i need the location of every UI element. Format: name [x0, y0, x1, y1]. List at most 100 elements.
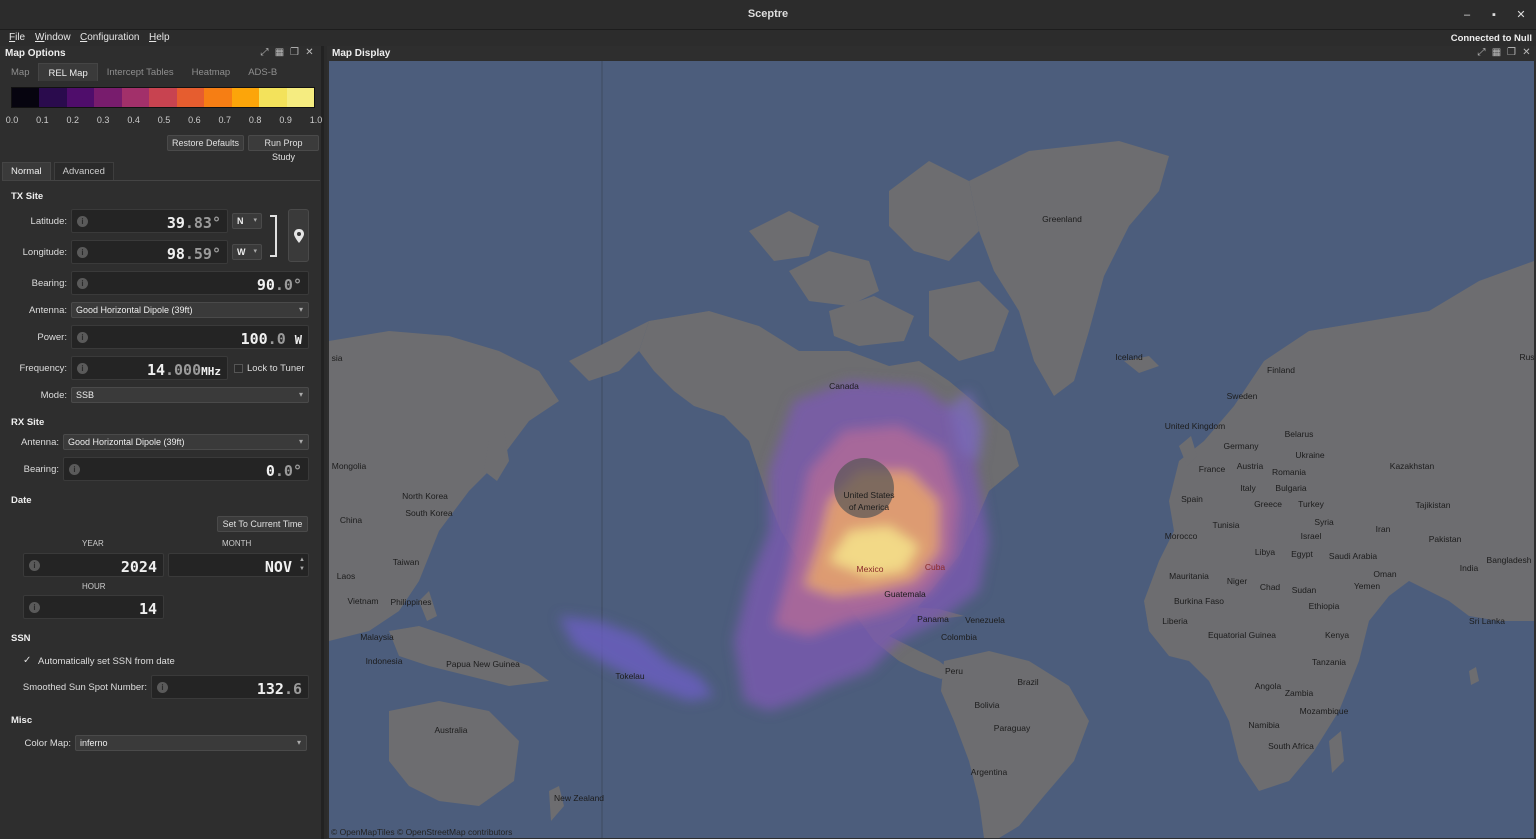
map-label: Paraguay	[993, 723, 1031, 733]
map-label: France	[1198, 464, 1226, 474]
minimize-icon[interactable]: ‒	[1460, 8, 1474, 22]
rx-antenna-label: Antenna:	[20, 437, 59, 448]
bearing-label: Bearing:	[31, 278, 67, 289]
tab-rel-map[interactable]: REL Map	[38, 63, 98, 81]
rx-bearing-field[interactable]: i 0.0°	[63, 457, 309, 481]
map-label: Austria	[1236, 461, 1264, 471]
float-icon[interactable]: ❐	[289, 47, 300, 58]
ssn-heading: SSN	[11, 633, 31, 644]
latitude-label: Latitude:	[30, 216, 67, 227]
lock-to-tuner-label: Lock to Tuner	[247, 363, 305, 374]
ssn-int: 132	[256, 680, 284, 698]
map-label: Tunisia	[1212, 520, 1240, 530]
colorbar	[11, 87, 315, 108]
map-label: Mexico	[856, 564, 884, 574]
map-label: Brazil	[1017, 677, 1039, 687]
rx-antenna-select[interactable]: Good Horizontal Dipole (39ft) ▾	[63, 434, 309, 450]
latitude-field[interactable]: i 39.83°	[71, 209, 228, 233]
menu-configuration[interactable]: Configuration	[80, 32, 140, 43]
frequency-int: 14	[146, 361, 165, 379]
month-spinner-icon[interactable]: ▲ ▼	[299, 556, 305, 574]
expand-icon[interactable]: ⤢	[1476, 47, 1487, 58]
map-label: Mongolia	[331, 461, 367, 471]
close-dock-icon[interactable]: ✕	[1521, 47, 1532, 58]
frequency-field[interactable]: i 14.000MHz	[71, 356, 228, 380]
hour-field[interactable]: i 14	[23, 595, 164, 619]
expand-icon[interactable]: ⤢	[259, 47, 270, 58]
map-label: Iceland	[1115, 352, 1143, 362]
hour-label: HOUR	[82, 582, 106, 591]
colorbar-tick-label: 0.8	[248, 115, 262, 125]
map-label: Venezuela	[965, 615, 1005, 625]
menu-window[interactable]: Window	[35, 32, 71, 43]
close-dock-icon[interactable]: ✕	[304, 47, 315, 58]
month-field[interactable]: NOV ▲ ▼	[168, 553, 309, 577]
year-field[interactable]: i 2024	[23, 553, 164, 577]
hour-value: 14	[138, 600, 157, 618]
mode-select[interactable]: SSB ▾	[71, 387, 309, 403]
world-map	[329, 61, 1534, 838]
map-label: New Zealand	[553, 793, 605, 803]
map-label: Germany	[1223, 441, 1259, 451]
rx-bearing-int: 0	[265, 462, 275, 480]
map-options-tabs: Map REL Map Intercept Tables Heatmap ADS…	[2, 63, 286, 81]
pick-location-button[interactable]	[288, 209, 309, 262]
rx-bearing-label: Bearing:	[23, 464, 59, 475]
settings-subtabs: Normal Advanced	[2, 162, 114, 180]
map-label: Vietnam	[347, 596, 379, 606]
menu-file[interactable]: File	[9, 32, 25, 43]
colorbar-swatch	[286, 88, 314, 107]
map-dock-controls: ⤢ ▦ ❐ ✕	[1476, 47, 1532, 58]
map-label: Taiwan	[392, 557, 420, 567]
info-icon: i	[77, 332, 88, 343]
tab-intercept-tables[interactable]: Intercept Tables	[98, 63, 183, 81]
window-title: Sceptre	[747, 8, 789, 20]
lock-to-tuner-checkbox[interactable]	[234, 364, 243, 373]
map-label: Greenland	[1042, 214, 1082, 224]
grid-icon[interactable]: ▦	[274, 47, 285, 58]
longitude-hemisphere-select[interactable]: W ▾	[232, 244, 262, 260]
colorbar-swatch	[121, 88, 150, 107]
colormap-select[interactable]: inferno ▾	[75, 735, 307, 751]
map-label: United States	[843, 490, 895, 500]
map-label: South Africa	[1268, 741, 1314, 751]
maximize-icon[interactable]: ▪	[1487, 8, 1501, 22]
map-label: Israel	[1300, 531, 1322, 541]
colorbar-tick-label: 0.7	[218, 115, 232, 125]
auto-ssn-label: Automatically set SSN from date	[38, 656, 175, 667]
restore-defaults-button[interactable]: Restore Defaults	[167, 135, 244, 151]
latitude-hemisphere-select[interactable]: N ▾	[232, 213, 262, 229]
map-label: Syria	[1314, 517, 1334, 527]
tab-heatmap[interactable]: Heatmap	[183, 63, 240, 81]
tx-antenna-select[interactable]: Good Horizontal Dipole (39ft) ▾	[71, 302, 309, 318]
tab-map[interactable]: Map	[2, 63, 38, 81]
map-label: Italy	[1240, 483, 1256, 493]
bearing-field[interactable]: i 90.0°	[71, 271, 309, 295]
menu-help[interactable]: Help	[149, 32, 170, 43]
tab-advanced[interactable]: Advanced	[53, 162, 114, 180]
map-label: Belarus	[1284, 429, 1314, 439]
map-label: Mauritania	[1169, 571, 1209, 581]
info-icon: i	[29, 560, 40, 571]
colorbar-swatch	[176, 88, 205, 107]
bearing-int: 90	[256, 276, 275, 294]
run-prop-study-button[interactable]: Run Prop Study	[248, 135, 319, 162]
longitude-field[interactable]: i 98.59°	[71, 240, 228, 264]
tab-normal[interactable]: Normal	[2, 162, 51, 180]
tab-ads-b[interactable]: ADS-B	[239, 63, 286, 81]
grid-icon[interactable]: ▦	[1491, 47, 1502, 58]
ssn-field[interactable]: i 132.6	[151, 675, 309, 699]
colorbar-tick-label: 0.3	[96, 115, 110, 125]
power-field[interactable]: i 100.0 W	[71, 325, 309, 349]
map-attribution[interactable]: © OpenMapTiles © OpenStreetMap contribut…	[331, 827, 512, 837]
float-icon[interactable]: ❐	[1506, 47, 1517, 58]
map-label: South Korea	[405, 508, 453, 518]
set-current-time-button[interactable]: Set To Current Time	[217, 516, 308, 532]
map-label: Ethiopia	[1308, 601, 1340, 611]
map-label: Egypt	[1291, 549, 1313, 559]
longitude-frac: .59°	[184, 245, 221, 263]
close-icon[interactable]: ✕	[1514, 8, 1528, 22]
map-canvas[interactable]: Greenland Iceland Canada United States o…	[329, 61, 1534, 838]
auto-ssn-checkbox[interactable]: ✓	[23, 655, 31, 666]
longitude-label: Longitude:	[22, 247, 67, 258]
